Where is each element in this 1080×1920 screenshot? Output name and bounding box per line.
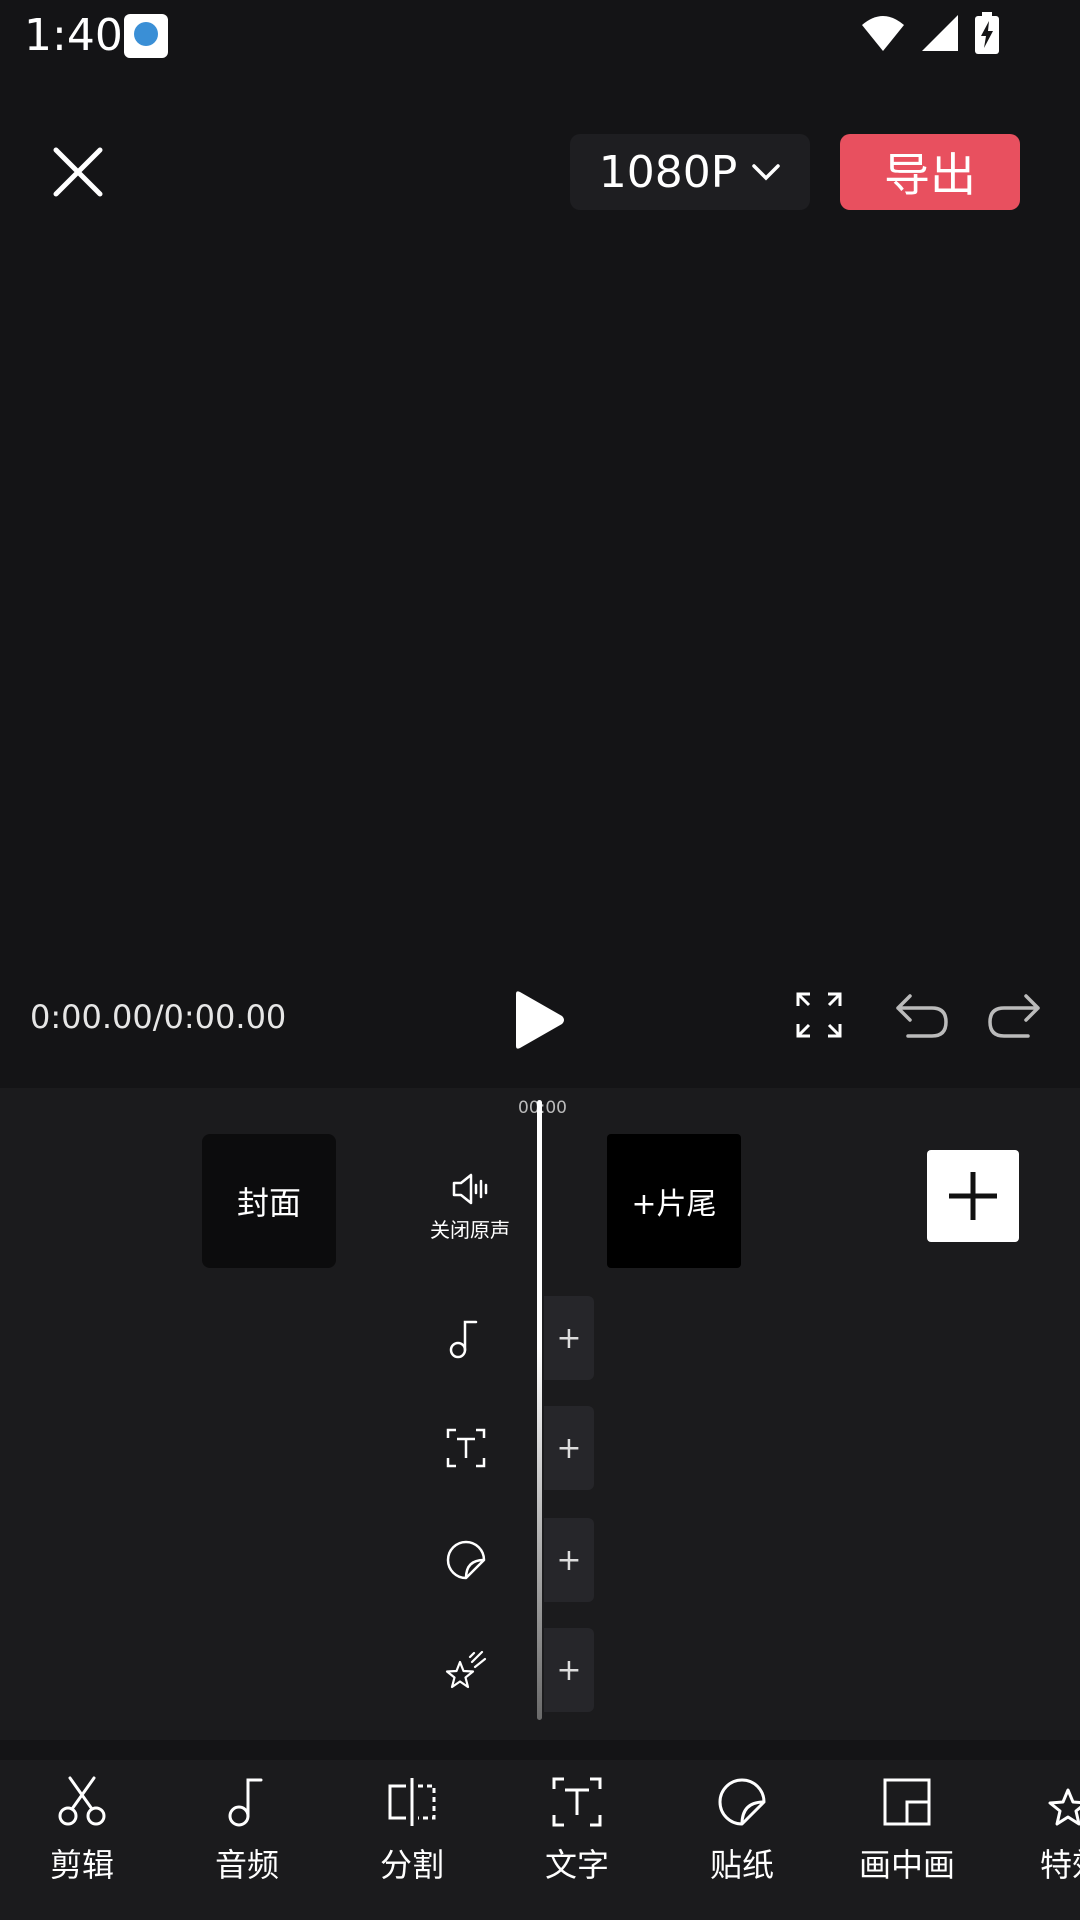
nav-edit-label: 剪辑: [49, 1846, 114, 1884]
text-icon: [446, 1428, 486, 1468]
sticker-icon: [718, 1778, 766, 1826]
cover-button[interactable]: 封面: [202, 1134, 336, 1268]
text-icon: [552, 1777, 602, 1827]
effects-star-icon: [445, 1650, 487, 1689]
wifi-icon: [862, 16, 904, 51]
nav-text[interactable]: 文字: [517, 1774, 637, 1886]
play-icon[interactable]: [508, 990, 568, 1050]
music-note-icon: [449, 1320, 478, 1359]
nav-picture-in-picture[interactable]: 画中画: [847, 1774, 967, 1886]
sticker-icon: [446, 1540, 486, 1580]
resolution-value: 1080P: [598, 146, 738, 198]
music-note-icon: [228, 1778, 263, 1827]
nav-edit[interactable]: 剪辑: [22, 1774, 142, 1886]
playback-controls: 0:00.00/0:00.00: [0, 980, 1080, 1060]
add-outro-button[interactable]: +片尾: [607, 1134, 741, 1268]
export-button[interactable]: 导出: [840, 134, 1020, 210]
split-icon: [388, 1778, 436, 1826]
nav-split[interactable]: 分割: [352, 1774, 472, 1886]
video-preview[interactable]: [0, 230, 1080, 970]
fullscreen-icon[interactable]: [794, 990, 844, 1040]
effects-track: +: [440, 1628, 600, 1712]
nav-text-label: 文字: [544, 1846, 609, 1884]
nav-audio-label: 音频: [214, 1846, 279, 1884]
add-audio-button[interactable]: +: [544, 1296, 594, 1380]
mute-original-sound-button[interactable]: 关闭原声: [420, 1172, 520, 1243]
nav-split-label: 分割: [379, 1846, 444, 1884]
mute-original-label: 关闭原声: [430, 1218, 510, 1242]
timeline-time-marker: 00:00: [518, 1098, 567, 1118]
effects-star-icon: [1048, 1788, 1080, 1826]
status-bar: 1:40: [0, 0, 1080, 72]
timeline-editor[interactable]: 00:00 封面 关闭原声 +片尾 + + + +: [0, 1088, 1080, 1740]
battery-icon: [975, 12, 999, 54]
status-icons: [860, 12, 1000, 54]
plus-icon: [949, 1172, 997, 1220]
resolution-dropdown[interactable]: 1080P: [570, 134, 810, 210]
scissors-icon: [58, 1776, 106, 1826]
sticker-track: +: [440, 1518, 600, 1602]
nav-pip-label: 画中画: [858, 1846, 955, 1884]
chevron-down-icon: [752, 164, 780, 181]
add-clip-button[interactable]: [927, 1150, 1019, 1242]
notification-app-icon: [124, 14, 168, 58]
time-readout: 0:00.00/0:00.00: [30, 998, 287, 1036]
nav-audio[interactable]: 音频: [187, 1774, 307, 1886]
bottom-toolbar: 剪辑 音频 分割 文字 贴纸 画中画 特: [0, 1760, 1080, 1920]
add-text-button[interactable]: +: [544, 1406, 594, 1490]
redo-icon[interactable]: [986, 990, 1042, 1040]
text-track: +: [440, 1406, 600, 1490]
nav-effects-label: 特效: [1040, 1846, 1080, 1884]
speaker-icon: [452, 1173, 488, 1205]
picture-in-picture-icon: [883, 1778, 931, 1826]
undo-icon[interactable]: [894, 990, 950, 1040]
audio-track: +: [440, 1296, 600, 1380]
add-sticker-button[interactable]: +: [544, 1518, 594, 1602]
close-icon[interactable]: [48, 142, 108, 202]
nav-sticker-label: 贴纸: [709, 1846, 774, 1884]
add-effect-button[interactable]: +: [544, 1628, 594, 1712]
status-time: 1:40: [24, 10, 123, 61]
nav-effects[interactable]: 特效: [1012, 1774, 1080, 1886]
nav-sticker[interactable]: 贴纸: [682, 1774, 802, 1886]
signal-icon: [922, 15, 958, 51]
top-bar: 1080P 导出: [0, 120, 1080, 220]
